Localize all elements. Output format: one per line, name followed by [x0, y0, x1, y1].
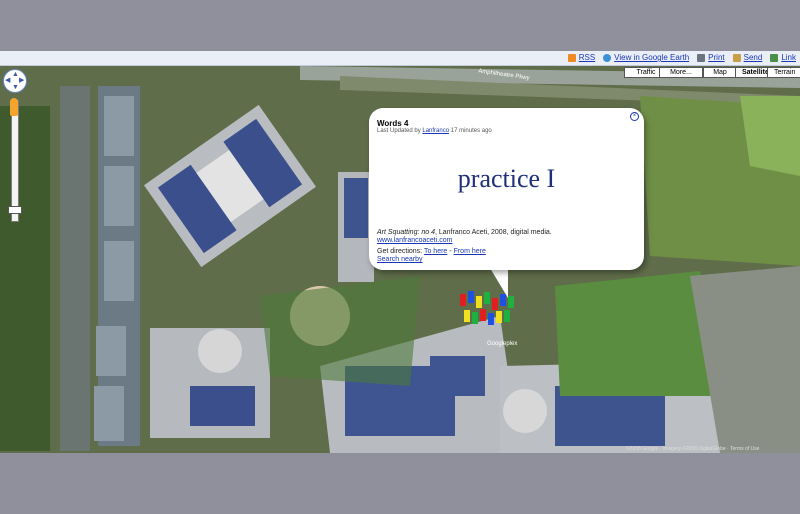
rss-label: RSS — [578, 53, 596, 62]
caption-italic: Art Squatting: no 4 — [377, 229, 435, 236]
pan-right-icon[interactable]: ▶ — [19, 77, 24, 84]
pan-down-icon[interactable]: ▼ — [12, 84, 19, 91]
google-earth-label: View in Google Earth — [614, 53, 690, 62]
directions: Get directions: To here - From here — [377, 248, 486, 255]
pan-left-icon[interactable]: ◀ — [5, 77, 10, 84]
link-label: Link — [781, 53, 796, 62]
info-window: × Words 4 Last Updated by Lanfranco 17 m… — [369, 108, 644, 270]
info-window-title: Words 4 — [377, 119, 409, 128]
map-copyright: ©2008 Google · Imagery ©2008 DigitalGlob… — [626, 446, 760, 452]
close-icon[interactable]: × — [630, 112, 639, 121]
print-link[interactable]: Print — [697, 53, 725, 62]
rss-icon — [567, 53, 576, 62]
caption-rest: , Lanfranco Aceti, 2008, digital media. — [434, 229, 552, 236]
link-link[interactable]: Link — [770, 53, 796, 62]
info-window-tail — [490, 268, 508, 298]
to-here-link[interactable]: To here — [424, 248, 447, 255]
place-label: Googleplex — [487, 341, 518, 347]
map-type-map-button[interactable]: Map — [703, 67, 737, 78]
directions-label: Get directions: — [377, 248, 423, 255]
website-link[interactable]: www.lanfrancoaceti.com — [377, 237, 452, 244]
map-type-terrain-button[interactable]: Terrain — [767, 67, 800, 78]
earth-icon — [603, 53, 612, 62]
info-window-heading: practice I — [457, 164, 556, 193]
map-type-satellite-button[interactable]: Satellite — [735, 67, 771, 78]
info-window-caption: Art Squatting: no 4, Lanfranco Aceti, 20… — [377, 229, 552, 236]
updated-prefix: Last Updated by — [377, 128, 421, 134]
info-window-updated: Last Updated by Lanfranco 17 minutes ago — [377, 128, 492, 134]
more-button[interactable]: More... — [659, 67, 703, 78]
pan-control[interactable]: ▲ ▼ ◀ ▶ — [3, 69, 27, 93]
top-toolbar: RSS View in Google Earth Print Send Link — [0, 51, 800, 66]
author-link[interactable]: Lanfranco — [422, 128, 449, 134]
send-link[interactable]: Send — [732, 53, 763, 62]
google-earth-link[interactable]: View in Google Earth — [603, 53, 689, 62]
rss-link[interactable]: RSS — [567, 53, 596, 62]
send-label: Send — [743, 53, 763, 62]
pan-up-icon[interactable]: ▲ — [12, 71, 19, 78]
print-label: Print — [708, 53, 725, 62]
updated-suffix: 17 minutes ago — [450, 128, 492, 134]
from-here-link[interactable]: From here — [454, 248, 486, 255]
search-nearby-link[interactable]: Search nearby — [377, 256, 423, 263]
toolbar-links: RSS View in Google Earth Print Send Link — [567, 53, 796, 62]
zoom-slider[interactable] — [11, 100, 19, 222]
send-icon — [732, 53, 741, 62]
link-icon — [770, 53, 779, 62]
print-icon — [697, 53, 706, 62]
pegman-icon[interactable] — [10, 98, 18, 116]
zoom-slider-handle[interactable] — [8, 206, 22, 214]
